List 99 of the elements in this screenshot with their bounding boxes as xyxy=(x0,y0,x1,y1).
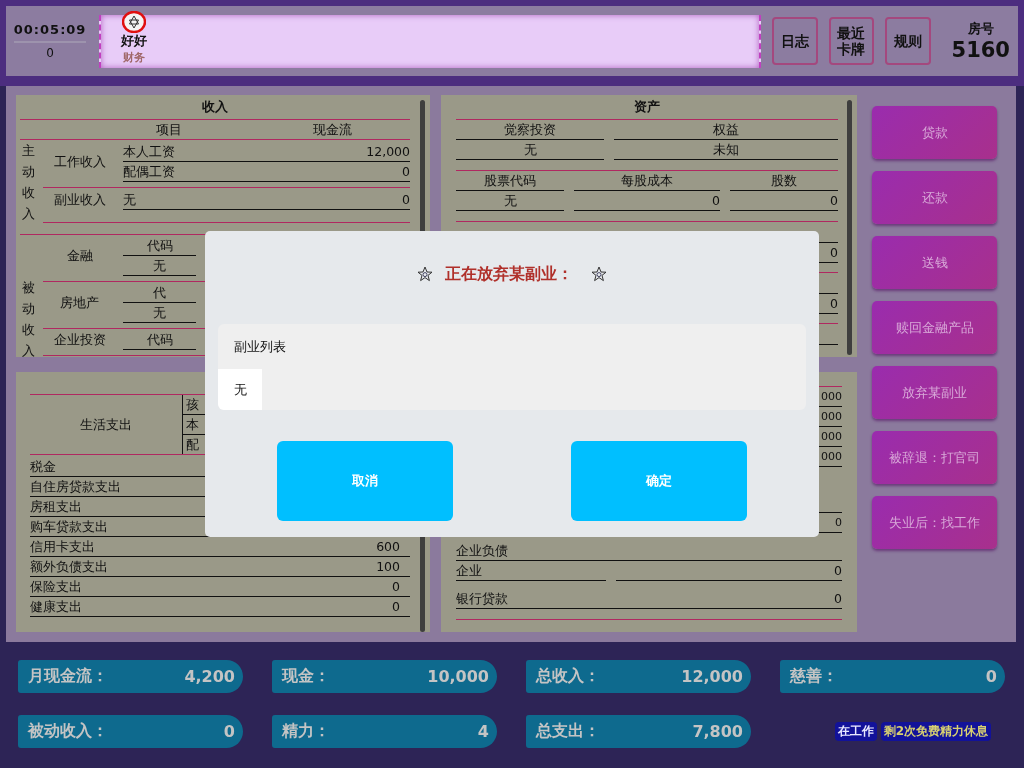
table-cell: 0 xyxy=(730,191,838,211)
item-value: 000 xyxy=(821,429,842,445)
item-label: 本人工资 xyxy=(123,143,175,161)
stat-value: 10,000 xyxy=(427,667,489,686)
item-label: 银行贷款 xyxy=(456,590,508,608)
star-icon xyxy=(591,266,607,282)
column-header: 觉察投资 xyxy=(456,120,604,140)
group-label: 生活支出 xyxy=(79,415,133,434)
section-label: 被动收入 xyxy=(22,279,35,357)
item-value: 100 xyxy=(376,558,400,576)
action-button[interactable]: 贷款 xyxy=(872,106,997,159)
panel-title: 收入 xyxy=(201,98,229,116)
panel-title: 资产 xyxy=(633,98,661,116)
stat-value: 0 xyxy=(223,722,235,741)
item-label: 信用卡支出 xyxy=(30,538,95,556)
action-button[interactable]: 还款 xyxy=(872,171,997,224)
table-cell: 无 xyxy=(456,191,564,211)
table-cell: 代 xyxy=(123,283,196,303)
stat-label: 精力： xyxy=(282,721,330,742)
column-header: 股数 xyxy=(730,171,838,191)
table-cell: 代码 xyxy=(123,330,196,350)
item-label: 配 xyxy=(185,436,200,454)
table-cell: 代码 xyxy=(123,236,196,256)
dialog-title: 正在放弃某副业： xyxy=(445,263,573,285)
item-label: 房租支出 xyxy=(30,498,82,516)
column-header: 现金流 xyxy=(313,121,352,139)
stat-label: 被动收入： xyxy=(28,721,108,742)
column-header: 权益 xyxy=(614,120,838,140)
action-button[interactable]: 放弃某副业 xyxy=(872,366,997,419)
scrollbar[interactable] xyxy=(847,100,852,355)
item-value: 0 xyxy=(830,295,838,313)
item-value: 0 xyxy=(402,163,410,181)
group-label: 副业收入 xyxy=(52,191,107,209)
action-button[interactable]: 赎回金融产品 xyxy=(872,301,997,354)
group-label: 房地产 xyxy=(59,294,100,312)
stat-value: 7,800 xyxy=(692,722,743,741)
section-label: 主动收入 xyxy=(22,142,35,223)
player-name[interactable]: 好好 xyxy=(121,32,148,49)
stat-value: 4,200 xyxy=(184,667,235,686)
room-label: 房号 xyxy=(967,20,994,38)
stat-label: 总支出： xyxy=(536,721,600,742)
star-icon xyxy=(417,266,433,282)
item-value: 12,000 xyxy=(366,143,410,161)
stat-label: 慈善： xyxy=(790,666,838,687)
list-heading: 副业列表 xyxy=(233,338,287,356)
item-value: 0 xyxy=(830,244,838,262)
table-cell: 未知 xyxy=(614,140,838,160)
item-value: 0 xyxy=(392,578,400,596)
column-header: 项目 xyxy=(156,121,182,139)
action-button[interactable]: 失业后：找工作 xyxy=(872,496,997,549)
group-label: 企业投资 xyxy=(52,331,107,349)
stat-label: 月现金流： xyxy=(28,666,108,687)
item-value: 000 xyxy=(821,409,842,425)
stat-label: 现金： xyxy=(282,666,330,687)
item-value: 0 xyxy=(834,590,842,608)
dialog-button[interactable]: 取消 xyxy=(277,441,453,521)
section-label: 企业负债 xyxy=(456,541,842,561)
item-label: 无 xyxy=(123,191,136,209)
item-label: 额外负债支出 xyxy=(30,558,108,576)
stat-value: 4 xyxy=(477,722,489,741)
top-button[interactable]: 规则 xyxy=(885,17,931,65)
action-button[interactable]: 送钱 xyxy=(872,236,997,289)
star-badge-icon xyxy=(122,10,147,33)
status-tag: 在工作 xyxy=(834,722,877,741)
item-label: 自住房贷款支出 xyxy=(30,478,121,496)
item-label: 健康支出 xyxy=(30,598,82,616)
round-count: 0 xyxy=(46,46,54,60)
item-value: 0 xyxy=(402,191,410,209)
item-value: 000 xyxy=(821,389,842,405)
top-button[interactable]: 日志 xyxy=(772,17,818,65)
stat-value: 0 xyxy=(985,667,997,686)
table-cell: 无 xyxy=(456,140,604,160)
item-label: 购车贷款支出 xyxy=(30,518,108,536)
item-value: 0 xyxy=(392,598,400,616)
item-label: 税金 xyxy=(30,458,56,476)
player-role: 财务 xyxy=(123,49,146,66)
dialog-button[interactable]: 确定 xyxy=(571,441,747,521)
list-item[interactable]: 无 xyxy=(218,369,262,410)
item-label: 配偶工资 xyxy=(123,163,175,181)
group-label: 工作收入 xyxy=(52,153,107,171)
top-button[interactable]: 最近卡牌 xyxy=(828,17,875,65)
status-tag: 剩2次免费精力休息 xyxy=(880,722,991,741)
item-label: 保险支出 xyxy=(30,578,82,596)
stat-label: 总收入： xyxy=(536,666,600,687)
column-header: 每股成本 xyxy=(574,171,720,191)
table-cell: 无 xyxy=(123,303,196,323)
action-button[interactable]: 被辞退：打官司 xyxy=(872,431,997,484)
item-value: 0 xyxy=(835,515,842,531)
room-number: 5160 xyxy=(951,38,1010,62)
group-label: 金融 xyxy=(65,247,94,265)
item-value: 0 xyxy=(616,561,842,581)
table-cell: 0 xyxy=(574,191,720,211)
table-cell: 无 xyxy=(123,256,196,276)
column-header: 股票代码 xyxy=(456,171,564,191)
stat-value: 12,000 xyxy=(681,667,743,686)
item-label: 企业 xyxy=(456,561,606,581)
item-value: 600 xyxy=(376,538,400,556)
timer-text: 00:05:09 xyxy=(13,22,87,43)
item-value: 000 xyxy=(821,449,842,465)
